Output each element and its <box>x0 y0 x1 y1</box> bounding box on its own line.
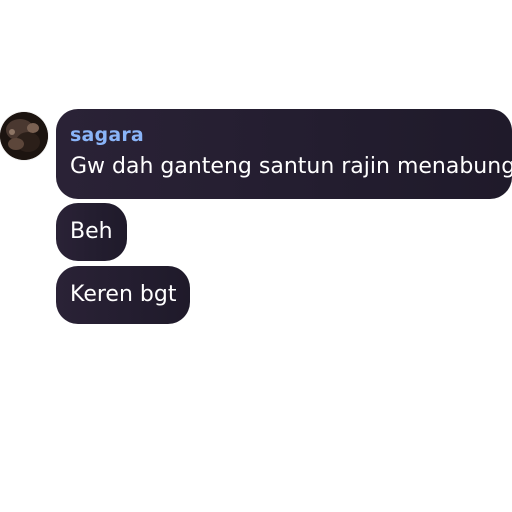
sender-name[interactable]: sagara <box>70 123 512 147</box>
message-bubble-2[interactable]: Beh <box>56 203 127 261</box>
chat-area: sagara Gw dah ganteng santun rajin menab… <box>0 0 512 512</box>
message-text-1: Gw dah ganteng santun rajin menabung <box>70 154 512 179</box>
message-bubble-1[interactable]: sagara Gw dah ganteng santun rajin menab… <box>56 109 512 199</box>
message-text-3: Keren bgt <box>70 282 177 307</box>
sender-avatar[interactable] <box>0 112 48 160</box>
avatar-photo-icon <box>0 112 48 160</box>
message-bubble-3[interactable]: Keren bgt <box>56 266 191 324</box>
message-text-2: Beh <box>70 219 113 244</box>
